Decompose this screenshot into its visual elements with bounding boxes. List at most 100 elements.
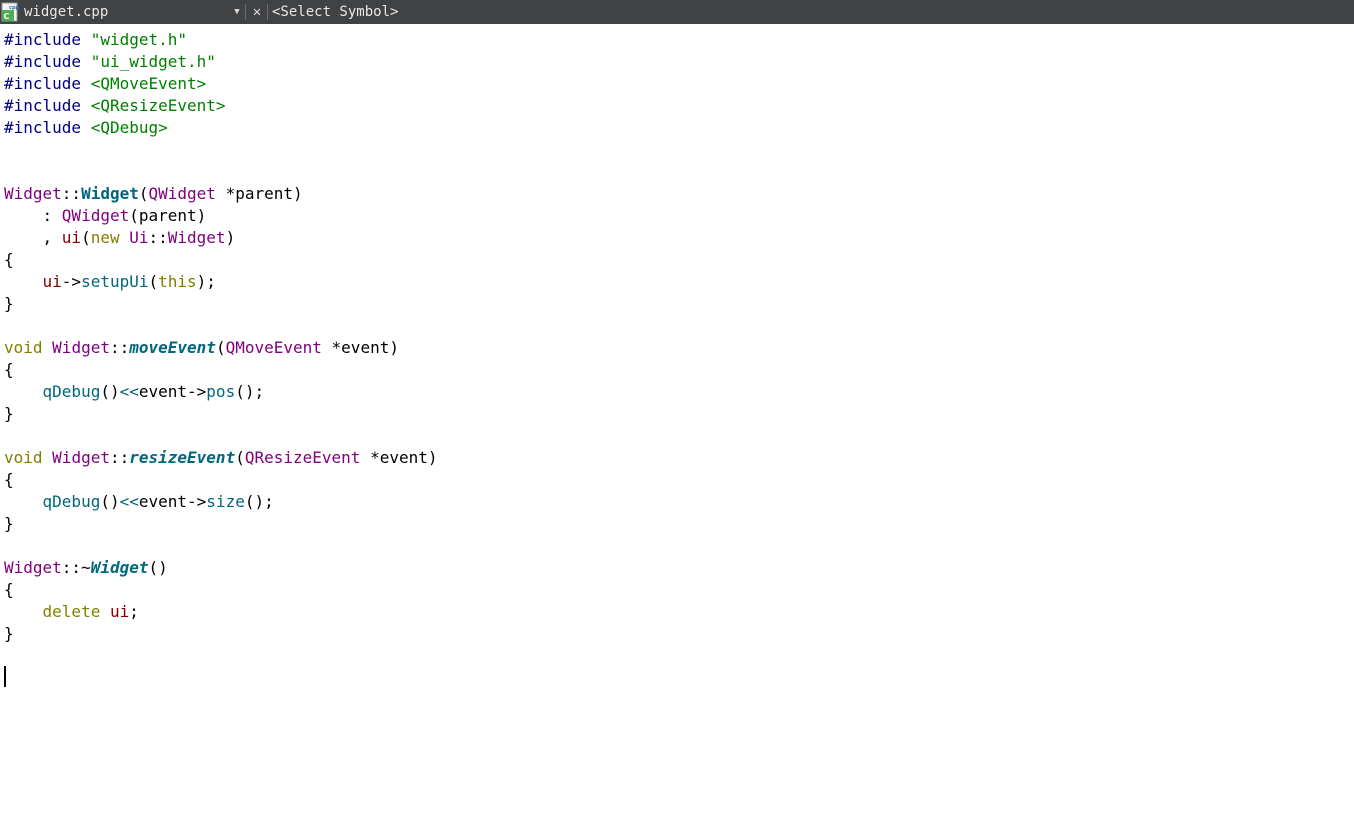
code-token: qDebug — [42, 492, 101, 511]
code-token: ui — [109, 602, 130, 621]
code-token: Widget — [52, 338, 110, 357]
code-token: qDebug — [42, 382, 101, 401]
code-line[interactable] — [4, 315, 438, 337]
editor-toolbar: C cpp widget.cpp ▼ ✕ <Select Symbol> — [0, 0, 1354, 24]
code-line[interactable]: #include "widget.h" — [4, 29, 438, 51]
code-line[interactable] — [4, 535, 438, 557]
code-line[interactable] — [4, 161, 438, 183]
code-line[interactable] — [4, 425, 438, 447]
code-line[interactable]: Widget::~Widget() — [4, 557, 438, 579]
code-line[interactable]: { — [4, 469, 438, 491]
svg-text:cpp: cpp — [9, 5, 19, 11]
code-line[interactable]: } — [4, 623, 438, 645]
open-document-selector[interactable]: widget.cpp — [24, 0, 229, 24]
text-cursor — [4, 666, 6, 687]
code-line[interactable]: #include "ui_widget.h" — [4, 51, 438, 73]
code-token: #include — [4, 30, 91, 49]
code-token: moveEvent — [129, 338, 216, 357]
code-line[interactable]: } — [4, 403, 438, 425]
code-token: ( — [138, 184, 149, 203]
code-token: Widget — [167, 228, 226, 247]
code-token: ); — [196, 272, 216, 291]
code-token: :: — [61, 184, 82, 203]
code-token: void — [4, 448, 53, 467]
code-token: #include — [4, 74, 91, 93]
code-token: :: — [109, 338, 130, 357]
code-token: () — [100, 382, 120, 401]
code-token: *event) — [321, 338, 399, 357]
code-token: this — [158, 272, 197, 291]
code-token: setupUi — [81, 272, 149, 291]
code-line[interactable]: delete ui; — [4, 601, 438, 623]
code-token: ui — [61, 228, 82, 247]
code-token: ) — [225, 228, 236, 247]
code-token: (); — [244, 492, 274, 511]
code-token: resizeEvent — [129, 448, 236, 467]
svg-text:C: C — [4, 12, 10, 21]
code-line[interactable]: void Widget::moveEvent(QMoveEvent *event… — [4, 337, 438, 359]
code-line[interactable]: #include <QResizeEvent> — [4, 95, 438, 117]
code-token: (); — [235, 382, 265, 401]
code-editor[interactable]: #include "widget.h" #include "ui_widget.h… — [0, 24, 1354, 838]
code-line[interactable]: { — [4, 359, 438, 381]
chevron-down-icon[interactable]: ▼ — [230, 0, 244, 24]
code-token: #include — [4, 96, 91, 115]
code-token: QWidget — [148, 184, 216, 203]
code-token: *event) — [360, 448, 438, 467]
code-token: size — [206, 492, 245, 511]
code-token: Widget — [4, 558, 62, 577]
code-token: #include — [4, 52, 91, 71]
code-token: { — [4, 470, 14, 489]
code-line[interactable]: } — [4, 293, 438, 315]
code-token: :: — [109, 448, 130, 467]
code-token: ; — [129, 602, 139, 621]
code-line[interactable] — [4, 645, 438, 667]
code-token: event-> — [138, 492, 207, 511]
code-line[interactable]: : QWidget(parent) — [4, 205, 438, 227]
code-token: } — [4, 294, 14, 313]
code-line[interactable]: qDebug()<<event->pos(); — [4, 381, 438, 403]
close-document-button[interactable]: ✕ — [249, 0, 265, 24]
code-token: { — [4, 360, 14, 379]
code-line[interactable]: { — [4, 249, 438, 271]
code-line[interactable]: #include <QMoveEvent> — [4, 73, 438, 95]
code-token: void — [4, 338, 53, 357]
code-token: #include — [4, 118, 91, 137]
code-line[interactable]: qDebug()<<event->size(); — [4, 491, 438, 513]
code-line[interactable]: { — [4, 579, 438, 601]
code-token: (parent) — [129, 206, 207, 225]
code-line[interactable]: ui->setupUi(this); — [4, 271, 438, 293]
cpp-file-icon: C cpp — [1, 2, 20, 22]
code-token: << — [119, 492, 139, 511]
code-token: new — [90, 228, 130, 247]
code-line[interactable]: #include <QDebug> — [4, 117, 438, 139]
code-token: <QDebug> — [90, 118, 168, 137]
code-token: () — [148, 558, 168, 577]
code-token: ( — [81, 228, 91, 247]
code-line[interactable] — [4, 139, 438, 161]
code-token: event-> — [138, 382, 207, 401]
code-token: Widget — [81, 184, 139, 203]
toolbar-divider — [245, 4, 246, 20]
code-line[interactable]: , ui(new Ui::Widget) — [4, 227, 438, 249]
code-token: ( — [215, 338, 226, 357]
qt-creator-editor-window: C cpp widget.cpp ▼ ✕ <Select Symbol> #in… — [0, 0, 1354, 838]
code-token: : — [4, 206, 62, 225]
symbol-selector-dropdown[interactable]: <Select Symbol> — [272, 0, 572, 24]
code-token: ( — [148, 272, 159, 291]
code-token: Ui — [129, 228, 149, 247]
code-token: -> — [61, 272, 82, 291]
code-line[interactable]: } — [4, 513, 438, 535]
toolbar-divider — [267, 4, 268, 20]
code-token: Widget — [4, 184, 62, 203]
code-token: { — [4, 580, 14, 599]
code-line[interactable]: void Widget::resizeEvent(QResizeEvent *e… — [4, 447, 438, 469]
code-token: delete — [42, 602, 110, 621]
code-text[interactable]: #include "widget.h" #include "ui_widget.h… — [4, 29, 438, 689]
code-line[interactable] — [4, 667, 438, 689]
code-token: } — [4, 404, 14, 423]
code-line[interactable]: Widget::Widget(QWidget *parent) — [4, 183, 438, 205]
code-token: { — [4, 250, 14, 269]
